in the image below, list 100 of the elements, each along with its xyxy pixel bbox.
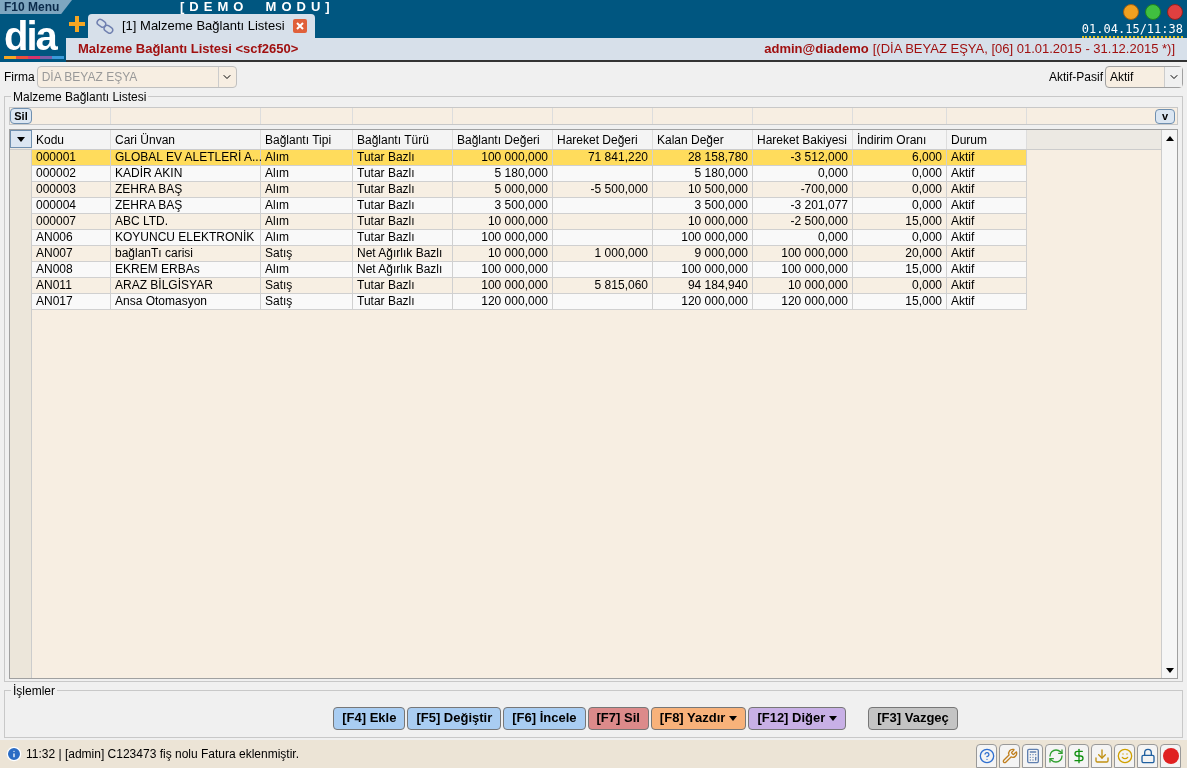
table-cell: 0,000 [753, 166, 853, 181]
table-cell: Aktif [947, 198, 1027, 213]
table-cell: 5 180,000 [653, 166, 753, 181]
table-row[interactable]: 000007 ABC LTD. Alım Tutar Bazlı 10 000,000 10 000,000 -2 500,000 15,000 Aktif [32, 214, 1027, 230]
table-cell: 0,000 [853, 278, 947, 293]
table-cell: Alım [261, 230, 353, 245]
column-header[interactable]: Hareket Değeri [553, 130, 653, 149]
table-cell: 000007 [32, 214, 111, 229]
status-message: 11:32 | [admin] C123473 fiş nolu Fatura eklenmiştir. [26, 746, 300, 763]
table-cell: -3 512,000 [753, 150, 853, 165]
table-row[interactable]: AN006 KOYUNCU ELEKTRONİK Alım Tutar Bazlı 100 000,000 100 000,000 0,000 0,000 Aktif [32, 230, 1027, 246]
table-cell: Tutar Bazlı [353, 166, 453, 181]
table-cell: 0,000 [753, 230, 853, 245]
scrollbar[interactable] [1161, 130, 1177, 678]
table-row[interactable]: AN007 bağlanTı carisi Satış Net Ağırlık Bazlı 10 000,000 1 000,000 9 000,000 100 000,000 20,000 Aktif [32, 246, 1027, 262]
table-cell: Aktif [947, 182, 1027, 197]
tab[interactable]: [1] Malzeme Bağlantı Listesi [88, 14, 315, 38]
column-header[interactable]: Bağlantı Türü [353, 130, 453, 149]
action-button[interactable]: [F5] Değiştir [407, 706, 502, 730]
close-icon[interactable] [292, 19, 307, 33]
toolbar-button[interactable] [1091, 744, 1112, 768]
download-icon [1093, 748, 1110, 764]
stop-icon [1162, 748, 1179, 764]
table-cell: AN011 [32, 278, 111, 293]
menu-button[interactable]: F10 Menu [0, 0, 72, 14]
column-header[interactable]: Bağlantı Tipi [261, 130, 353, 149]
table-cell: Aktif [947, 278, 1027, 293]
table-cell: 100 000,000 [453, 150, 553, 165]
table-cell: GLOBAL EV ALETLERİ A... [111, 150, 261, 165]
table-cell: Aktif [947, 230, 1027, 245]
caret-icon [729, 715, 738, 721]
table-cell: -3 201,077 [753, 198, 853, 213]
table-cell: 3 500,000 [453, 198, 553, 213]
caret-icon [829, 715, 838, 721]
table-cell: AN006 [32, 230, 111, 245]
info-icon [6, 746, 22, 762]
action-button[interactable]: [F12] Diğer [748, 706, 847, 730]
caret-icon [17, 136, 25, 142]
table-cell: 100 000,000 [453, 262, 553, 277]
table-row[interactable]: AN011 ARAZ BİLGİSYAR Satış Tutar Bazlı 100 000,000 5 815,060 94 184,940 10 000,000 0,000 Aktif [32, 278, 1027, 294]
table-cell: KADİR AKIN [111, 166, 261, 181]
table-cell: 9 000,000 [653, 246, 753, 261]
table-cell: Net Ağırlık Bazlı [353, 246, 453, 261]
toolbar-button[interactable] [1160, 744, 1181, 768]
toolbar-button[interactable] [1068, 744, 1089, 768]
table-cell: EKREM ERBAs [111, 262, 261, 277]
column-menu-button[interactable] [10, 130, 32, 148]
table-cell: 0,000 [853, 198, 947, 213]
table-cell: Satış [261, 294, 353, 309]
table-cell: 000001 [32, 150, 111, 165]
toolbar-button[interactable] [1114, 744, 1135, 768]
table-row[interactable]: 000002 KADİR AKIN Alım Tutar Bazlı 5 180,000 5 180,000 0,000 0,000 Aktif [32, 166, 1027, 182]
action-button[interactable]: [F8] Yazdır [650, 706, 747, 730]
link-icon [96, 18, 114, 34]
toolbar-button[interactable] [999, 744, 1020, 768]
table-cell: 120 000,000 [453, 294, 553, 309]
table-cell: -2 500,000 [753, 214, 853, 229]
column-header[interactable]: Kodu [32, 130, 111, 149]
table-cell: 100 000,000 [653, 230, 753, 245]
close-icon[interactable] [1167, 4, 1183, 20]
table-cell: 10 000,000 [653, 214, 753, 229]
toolbar-button[interactable] [1137, 744, 1158, 768]
cancel-button[interactable]: [F3] Vazgeç [868, 706, 958, 730]
table-cell: 10 500,000 [653, 182, 753, 197]
clear-filter-button[interactable]: Sil [10, 108, 32, 124]
table-cell: 1 000,000 [553, 246, 653, 261]
column-header[interactable]: Hareket Bakiyesi [753, 130, 853, 149]
action-button[interactable]: [F6] İncele [503, 706, 586, 730]
table-row[interactable]: 000001 GLOBAL EV ALETLERİ A... Alım Tutar Bazlı 100 000,000 71 841,220 28 158,780 -3 512,000 6,000 Aktif [32, 150, 1027, 166]
table-cell: AN008 [32, 262, 111, 277]
calculator-icon [1024, 748, 1041, 764]
column-header[interactable]: Cari Ünvan [111, 130, 261, 149]
table-cell: 6,000 [853, 150, 947, 165]
table-cell: Tutar Bazlı [353, 294, 453, 309]
dia-logo: dia [4, 16, 64, 60]
column-header[interactable]: Kalan Değer [653, 130, 753, 149]
table-row[interactable]: AN008 EKREM ERBAs Alım Net Ağırlık Bazlı 100 000,000 100 000,000 100 000,000 15,000 Aktif [32, 262, 1027, 278]
table-cell: 28 158,780 [653, 150, 753, 165]
action-button[interactable]: [F7] Sil [587, 706, 649, 730]
minimize-icon[interactable] [1123, 4, 1139, 20]
aktif-pasif-select[interactable]: Aktif [1105, 66, 1183, 88]
table-cell: Tutar Bazlı [353, 214, 453, 229]
table-row[interactable]: 000004 ZEHRA BAŞ Alım Tutar Bazlı 3 500,000 3 500,000 -3 201,077 0,000 Aktif [32, 198, 1027, 214]
table-row[interactable]: AN017 Ansa Otomasyon Satış Tutar Bazlı 120 000,000 120 000,000 120 000,000 15,000 Aktif [32, 294, 1027, 310]
table-cell: Aktif [947, 246, 1027, 261]
toolbar-button[interactable] [976, 744, 997, 768]
column-header[interactable]: İndirim Oranı [853, 130, 947, 149]
table-cell: ZEHRA BAŞ [111, 198, 261, 213]
toolbar-button[interactable] [1045, 744, 1066, 768]
table-cell: bağlanTı carisi [111, 246, 261, 261]
maximize-icon[interactable] [1145, 4, 1161, 20]
table-cell: 5 815,060 [553, 278, 653, 293]
plus-icon[interactable] [69, 16, 85, 32]
columns-button[interactable]: v [1155, 108, 1175, 124]
column-header[interactable]: Durum [947, 130, 1027, 149]
table-cell: -5 500,000 [553, 182, 653, 197]
toolbar-button[interactable] [1022, 744, 1043, 768]
action-button[interactable]: [F4] Ekle [333, 706, 406, 730]
column-header[interactable]: Bağlantı Değeri [453, 130, 553, 149]
table-row[interactable]: 000003 ZEHRA BAŞ Alım Tutar Bazlı 5 000,000 -5 500,000 10 500,000 -700,000 0,000 Aktif [32, 182, 1027, 198]
